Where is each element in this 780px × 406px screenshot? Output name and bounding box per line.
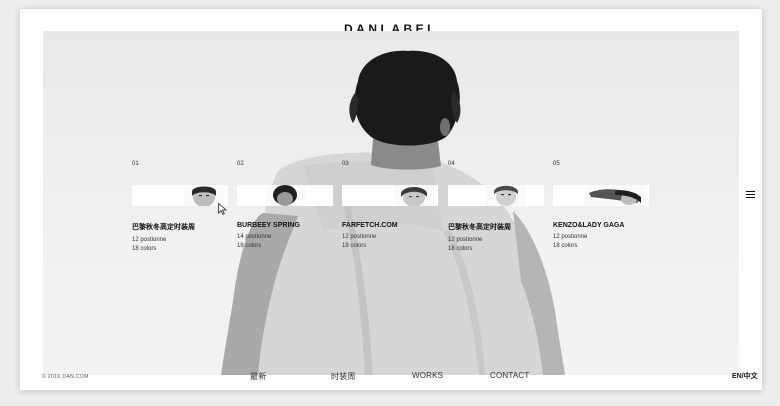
model-portrait-image <box>486 185 526 206</box>
collection-card[interactable]: 02 BURBEEY SPRING 14 postionne 18 colors <box>237 161 333 251</box>
page-frame: DANLABEL 01 巴黎秋冬高定时装周 12 postionne 18 co… <box>20 9 762 390</box>
copyright-text: © 2016 DAN.COM <box>42 374 89 380</box>
model-portrait-image <box>394 185 434 206</box>
collection-thumbnail[interactable] <box>132 185 228 206</box>
footer-nav-fashion-week[interactable]: 时装周 <box>331 371 356 382</box>
collection-title[interactable]: BURBEEY SPRING <box>237 222 333 229</box>
mouse-pointer-icon <box>218 203 227 215</box>
footer-nav-latest[interactable]: 最新 <box>250 371 266 382</box>
collection-number: 04 <box>448 161 455 167</box>
collection-number: 02 <box>237 161 244 167</box>
hamburger-menu-icon[interactable] <box>746 191 755 199</box>
model-portrait-image <box>585 185 645 206</box>
collection-number: 01 <box>132 161 139 167</box>
collection-positions: 14 postionne <box>237 234 272 240</box>
collection-positions: 12 postionne <box>342 234 377 240</box>
collection-thumbnail[interactable] <box>342 185 438 206</box>
collection-title[interactable]: 巴黎秋冬高定时装周 <box>448 222 544 232</box>
footer-nav-contact[interactable]: CONTACT <box>490 371 529 380</box>
collection-thumbnail[interactable] <box>237 185 333 206</box>
collection-positions: 12 postionne <box>448 237 483 243</box>
collection-thumbnail[interactable] <box>448 185 544 206</box>
collection-colors: 18 colors <box>553 243 578 249</box>
collection-thumbnail[interactable] <box>553 185 649 206</box>
collection-title[interactable]: 巴黎秋冬高定时装周 <box>132 222 228 232</box>
collection-positions: 12 postionne <box>553 234 588 240</box>
collection-card[interactable]: 01 巴黎秋冬高定时装周 12 postionne 18 colors <box>132 161 228 254</box>
collection-colors: 18 colors <box>237 243 262 249</box>
collection-title[interactable]: KENZO&LADY GAGA <box>553 222 649 229</box>
collection-number: 05 <box>553 161 560 167</box>
collection-colors: 18 colors <box>132 246 157 252</box>
collection-number: 03 <box>342 161 349 167</box>
collection-card[interactable]: 04 巴黎秋冬高定时装周 12 postionne 18 colors <box>448 161 544 254</box>
collection-colors: 18 colors <box>342 243 367 249</box>
footer-nav-works[interactable]: WORKS <box>412 371 443 380</box>
collection-colors: 18 colors <box>448 246 473 252</box>
collection-positions: 12 postionne <box>132 237 167 243</box>
collection-card[interactable]: 05 KENZO&LADY GAGA 12 postionne 18 color… <box>553 161 649 251</box>
collection-title[interactable]: FARFETCH.COM <box>342 222 438 229</box>
model-portrait-image <box>265 185 305 206</box>
collection-card[interactable]: 03 FARFETCH.COM 12 postionne 18 colors <box>342 161 438 251</box>
language-switch[interactable]: EN/中文 <box>732 371 758 381</box>
